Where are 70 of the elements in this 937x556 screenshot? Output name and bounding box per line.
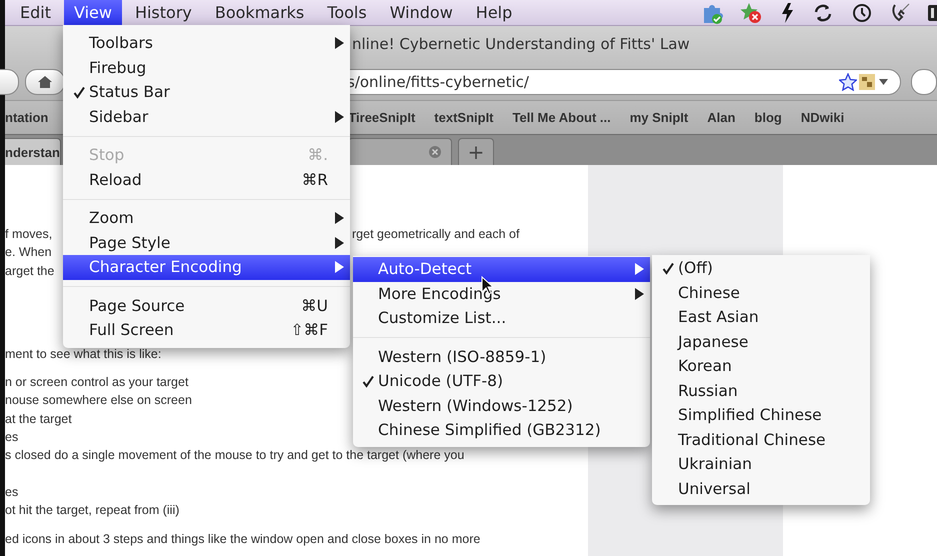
bookmark-item[interactable]: Alan	[707, 110, 736, 125]
body-text: e. When	[5, 244, 52, 262]
star-error-icon[interactable]	[740, 2, 762, 24]
menu-bar-item[interactable]: History	[124, 0, 202, 26]
menu-item[interactable]: Page Style	[63, 230, 350, 255]
menu-item[interactable]: Western (Windows-1252)	[353, 394, 650, 418]
bookmark-item[interactable]: ntation	[5, 110, 48, 125]
home-button[interactable]	[25, 68, 65, 94]
bookmark-item[interactable]: TireeSnipIt	[348, 110, 416, 125]
menu-item[interactable]: Reload ⌘R	[63, 168, 350, 192]
bookmark-item[interactable]: Tell Me About ...	[512, 110, 611, 125]
body-text: ment to see what this is like:	[5, 346, 162, 363]
bookmark-item[interactable]: NDwiki	[800, 110, 844, 125]
star-icon[interactable]	[839, 72, 857, 90]
menu-item[interactable]: Universal	[652, 476, 870, 501]
sync-icon[interactable]	[812, 2, 834, 24]
body-text: n or screen control as your target	[5, 374, 188, 392]
menu-item[interactable]: Zoom	[63, 206, 350, 230]
menu-item[interactable]: More Encodings	[353, 282, 650, 306]
browser-tab[interactable]	[348, 138, 452, 165]
bookmark-item[interactable]: my SnipIt	[630, 110, 688, 125]
menu-bar-item[interactable]: Window	[380, 0, 463, 26]
body-text: f moves,	[5, 226, 52, 243]
body-text: at the target	[5, 410, 72, 428]
body-text: s closed do a single movement of the mouse to try and get to the target (where you	[5, 447, 464, 464]
menu-item[interactable]: Russian	[652, 378, 870, 403]
menu-bar-item[interactable]: Bookmarks	[204, 0, 314, 26]
menu-item[interactable]: Toolbars	[63, 31, 350, 56]
menu-item[interactable]: Chinese	[652, 280, 870, 305]
body-text: ot hit the target, repeat from (iii)	[5, 502, 180, 519]
body-text: nouse somewhere else on screen	[5, 392, 192, 410]
close-tab-icon[interactable]	[428, 145, 442, 159]
menu-bar-item[interactable]: Help	[466, 0, 522, 26]
browser-tab[interactable]: nderstan	[5, 138, 61, 165]
menu-item[interactable]: Page Source ⌘U	[63, 294, 350, 318]
menu-item[interactable]: Ukrainian	[652, 452, 870, 476]
body-text: rget geometrically and each of	[352, 226, 520, 243]
menu-item[interactable]: Character Encoding	[63, 255, 350, 280]
menu-item[interactable]: Unicode (UTF-8)	[353, 369, 650, 394]
menu-item[interactable]: East Asian	[652, 305, 870, 330]
menu-item[interactable]: Chinese Simplified (GB2312)	[353, 418, 650, 442]
bookmark-item[interactable]: textSnipIt	[434, 110, 494, 125]
menu-item[interactable]: Japanese	[652, 330, 870, 354]
checkmark-icon	[662, 262, 675, 275]
menu-bar-item[interactable]: Tools	[317, 0, 377, 26]
checkmark-icon	[73, 86, 86, 99]
body-text: es	[5, 429, 18, 446]
bolt-icon[interactable]	[779, 2, 795, 24]
menu-item[interactable]: Simplified Chinese	[652, 403, 870, 428]
feed-icon[interactable]	[859, 74, 875, 90]
bookmark-item[interactable]: blog	[754, 110, 782, 125]
menu-item[interactable]: Sidebar	[63, 104, 350, 129]
menu-item[interactable]: Auto-Detect	[353, 257, 650, 282]
house-icon	[37, 74, 53, 89]
back-button[interactable]	[0, 68, 19, 94]
menu-bar-item[interactable]: View	[64, 0, 122, 26]
checkmark-icon	[362, 374, 375, 388]
menu-item[interactable]: Traditional Chinese	[652, 428, 870, 452]
search-engine-button[interactable]	[911, 68, 937, 94]
menu-item[interactable]: (Off)	[652, 256, 870, 280]
body-text: es	[5, 484, 18, 501]
menu-bar-item[interactable]: Edit	[10, 0, 61, 26]
body-text: arget the	[5, 262, 54, 280]
menu-item[interactable]: Western (ISO-8859-1)	[353, 344, 650, 369]
menu-item[interactable]: Customize List...	[353, 306, 650, 330]
new-tab-button[interactable]: +	[458, 138, 494, 165]
body-text: ed icons in about 3 steps and things like the window open and close boxes in no more	[5, 531, 480, 548]
menu-item[interactable]: Korean	[652, 354, 870, 378]
menu-item[interactable]: Full Screen ⇧⌘F	[63, 318, 350, 342]
clock-icon[interactable]	[851, 2, 873, 24]
